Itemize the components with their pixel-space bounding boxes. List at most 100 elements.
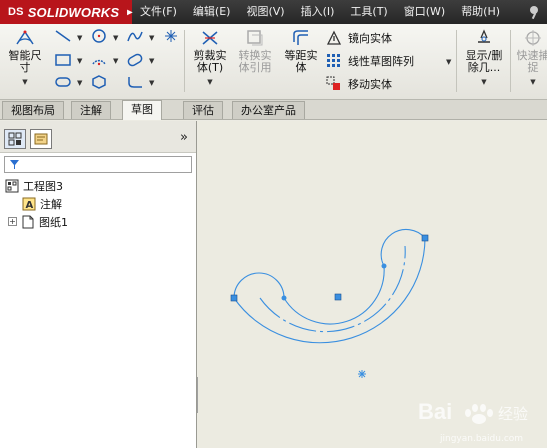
menu-view[interactable]: 视图(V) [238, 0, 292, 24]
menu-window[interactable]: 窗口(W) [396, 0, 453, 24]
fillet-icon [128, 77, 142, 88]
convert-entities-button[interactable]: 转换实 体引用 [235, 28, 275, 74]
smart-dimension-label-2: 寸 [19, 61, 31, 74]
offset-icon [293, 30, 308, 45]
solidworks-logo[interactable]: DS SOLIDWORKS ▸ [0, 0, 132, 24]
slot-straight-tool[interactable] [52, 74, 74, 90]
polygon-tool[interactable] [88, 74, 110, 90]
smart-dimension-icon [16, 30, 34, 45]
move-icon [326, 76, 342, 92]
line-icon [55, 30, 71, 42]
rectangle-dropdown-icon[interactable]: ▼ [77, 57, 82, 65]
quick-snap-label-2: 捉 [527, 61, 539, 74]
endpoint-right [421, 234, 429, 242]
move-entities-button[interactable]: 移动实体 [326, 75, 392, 93]
tab-sketch[interactable]: 草图 [122, 100, 162, 120]
baidu-watermark: Bai 经验 jingyan.baidu.com [418, 395, 546, 447]
tree-item-sheet[interactable]: + 图纸1 [8, 213, 68, 230]
spline-icon [127, 31, 143, 42]
drawing-icon [5, 179, 19, 193]
sheet-icon [21, 215, 35, 229]
point-tool[interactable] [160, 28, 182, 44]
property-manager-icon [34, 133, 48, 145]
command-tabs: 视图布局 注解 草图 评估 办公室产品 [0, 100, 547, 120]
linear-pattern-icon [326, 53, 342, 69]
slot-tool[interactable] [124, 52, 146, 68]
inner-arc [283, 265, 385, 325]
tab-annotation[interactable]: 注解 [71, 101, 111, 119]
mirror-icon [326, 30, 342, 46]
ds-logo-mark: DS [8, 6, 24, 18]
move-label: 移动实体 [348, 78, 392, 91]
pattern-dropdown-icon[interactable]: ▼ [446, 58, 451, 66]
fillet-tool[interactable] [124, 74, 146, 90]
outer-arc [233, 237, 426, 344]
panel-header: » [0, 121, 196, 153]
feature-tree-tab[interactable] [4, 129, 26, 149]
offset-entities-button[interactable]: 等距实 体 [280, 28, 322, 74]
watermark-text: Bai [418, 399, 452, 424]
menu-tools[interactable]: 工具(T) [342, 0, 395, 24]
tree-filter-input[interactable] [4, 156, 192, 173]
chevron-down-icon: ▼ [22, 78, 28, 86]
fillet-dropdown-icon[interactable]: ▼ [149, 79, 154, 87]
straight-slot-dropdown-icon[interactable]: ▼ [77, 79, 82, 87]
display-delete-label-2: 除几... [467, 61, 501, 74]
circle-icon [92, 29, 106, 43]
convert-entities-icon [247, 30, 263, 46]
center-point [334, 293, 342, 301]
menu-help[interactable]: 帮助(H) [453, 0, 508, 24]
feature-tree-icon [8, 132, 22, 146]
svg-text:A: A [26, 200, 34, 211]
menu-file[interactable]: 文件(F) [132, 0, 185, 24]
mirror-entities-button[interactable]: 镜向实体 [326, 29, 392, 47]
trim-entities-button[interactable]: 剪裁实 体(T) ▼ [190, 28, 230, 88]
brand-name: SOLIDWORKS [27, 4, 120, 20]
display-relations-icon [478, 29, 490, 43]
arc-dropdown-icon[interactable]: ▼ [113, 57, 118, 65]
rectangle-tool[interactable] [52, 52, 74, 68]
circle-tool[interactable] [88, 28, 110, 44]
expand-panel-icon[interactable]: » [180, 130, 188, 145]
arc-icon [92, 59, 106, 66]
tree-item-drawing[interactable]: 工程图3 [5, 177, 63, 194]
rectangle-icon [55, 54, 71, 66]
circle-dropdown-icon[interactable]: ▼ [113, 34, 118, 42]
straight-slot-icon [55, 77, 71, 87]
filter-icon [10, 160, 19, 169]
ribbon-separator [510, 30, 511, 92]
quick-snap-icon [525, 30, 541, 46]
watermark-suffix: 经验 [498, 405, 528, 423]
midpoint-marker [358, 370, 366, 378]
arc-tool[interactable] [88, 52, 110, 68]
spline-tool[interactable] [124, 28, 146, 44]
menu-edit[interactable]: 编辑(E) [185, 0, 239, 24]
chevron-down-icon: ▼ [207, 78, 213, 86]
trim-icon [202, 31, 218, 45]
tree-item-annotations[interactable]: A 注解 [22, 195, 62, 212]
feature-manager-panel: » 工程图3 A 注解 + 图纸1 [0, 121, 197, 448]
tab-office-products[interactable]: 办公室产品 [232, 101, 305, 119]
inner-end-cap [233, 272, 285, 299]
line-dropdown-icon[interactable]: ▼ [77, 34, 82, 42]
spline-dropdown-icon[interactable]: ▼ [149, 34, 154, 42]
tab-evaluate[interactable]: 评估 [183, 101, 223, 119]
offset-label-2: 体 [295, 61, 307, 74]
pin-icon[interactable] [527, 5, 541, 19]
expand-node-icon[interactable]: + [8, 217, 17, 226]
menu-insert[interactable]: 插入(I) [293, 0, 343, 24]
quick-snaps-button[interactable]: 快速捕 捉 ▼ [514, 28, 547, 88]
slot-dropdown-icon[interactable]: ▼ [149, 57, 154, 65]
linear-pattern-button[interactable]: 线性草图阵列 [326, 52, 414, 70]
tab-view-layout[interactable]: 视图布局 [2, 101, 64, 119]
annotations-label: 注解 [40, 197, 62, 211]
sheet-label: 图纸1 [39, 215, 68, 229]
smart-dimension-button[interactable]: 智能尺 寸 ▼ [6, 28, 44, 88]
ribbon-separator [184, 30, 185, 92]
display-delete-relations-button[interactable]: 显示/删 除几... ▼ [462, 28, 506, 88]
sketch-geometry [233, 228, 426, 344]
drawing-name: 工程图3 [23, 179, 63, 193]
property-manager-tab[interactable] [30, 129, 52, 149]
annotation-icon: A [22, 197, 36, 211]
line-tool[interactable] [52, 28, 74, 44]
